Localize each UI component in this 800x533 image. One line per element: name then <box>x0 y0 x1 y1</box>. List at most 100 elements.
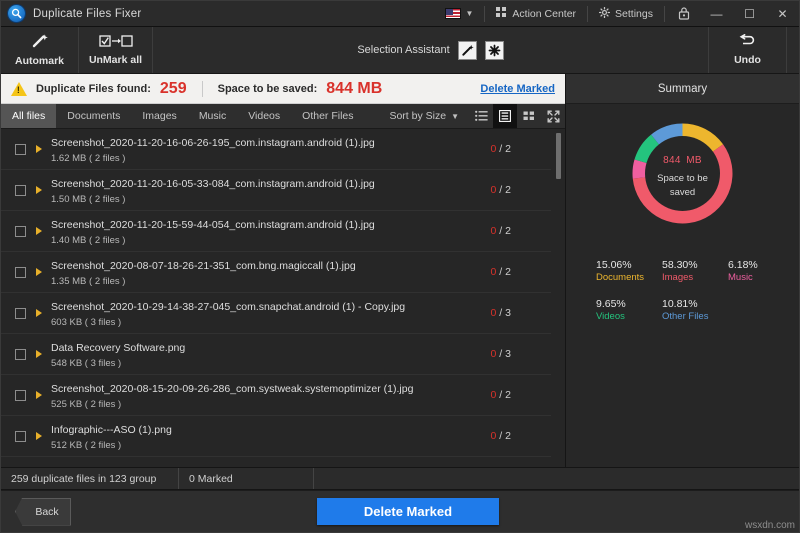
duplicate-file-list: Screenshot_2020-11-20-16-06-26-195_com.i… <box>1 129 565 467</box>
magnifier-logo-icon <box>8 5 25 22</box>
scrollbar-thumb[interactable] <box>556 133 561 179</box>
table-row[interactable]: Screenshot_2020-08-15-20-09-26-286_com.s… <box>1 375 551 416</box>
us-flag-icon <box>444 8 461 19</box>
delete-marked-link[interactable]: Delete Marked <box>480 83 555 95</box>
grid-view-icon[interactable] <box>517 104 541 128</box>
row-checkbox[interactable] <box>15 348 26 360</box>
automark-label: Automark <box>14 55 64 67</box>
row-checkbox[interactable] <box>15 266 26 278</box>
duplicates-found-value: 259 <box>159 79 187 97</box>
minimize-button[interactable]: — <box>700 1 733 27</box>
tab-bar-spacer <box>365 104 380 128</box>
chevron-right-icon[interactable] <box>36 391 42 399</box>
table-row[interactable]: Data Recovery Software.png 548 KB ( 3 fi… <box>1 334 551 375</box>
legend-name-documents: Documents <box>596 272 645 283</box>
row-checkbox[interactable] <box>15 184 26 196</box>
tab-all-files[interactable]: All files <box>1 104 57 128</box>
tab-music[interactable]: Music <box>188 104 237 128</box>
row-checkbox[interactable] <box>15 389 26 401</box>
marked-count: 0 / 2 <box>490 184 511 196</box>
legend-name-other-files: Other Files <box>662 311 709 322</box>
notice-divider <box>201 80 203 97</box>
automark-button[interactable]: Automark <box>1 27 79 73</box>
table-row[interactable]: Infographic---ASO (1).png 512 KB ( 2 fil… <box>1 416 551 457</box>
footer-bar: Back Delete Marked wsxdn.com <box>1 490 799 532</box>
chevron-right-icon[interactable] <box>36 268 42 276</box>
total-value: 2 <box>505 184 511 196</box>
row-checkbox[interactable] <box>15 225 26 237</box>
space-saved-number: 844 <box>663 155 681 166</box>
sort-dropdown[interactable]: Sort by Size ▼ <box>379 104 469 128</box>
file-meta: 1.62 MB ( 2 files ) <box>51 153 126 164</box>
table-row[interactable]: Screenshot_2020-11-20-16-06-26-195_com.i… <box>1 129 551 170</box>
expand-view-icon[interactable] <box>541 104 565 128</box>
table-row[interactable]: Screenshot_2020-10-29-14-38-27-045_com.s… <box>1 293 551 334</box>
legend-item-images: 58.30% Images <box>662 259 728 284</box>
close-button[interactable]: ✕ <box>766 1 799 27</box>
sort-label: Sort by Size <box>389 110 447 122</box>
file-name: Screenshot_2020-08-15-20-09-26-286_com.s… <box>51 383 414 395</box>
selection-assistant-label: Selection Assistant <box>357 44 450 56</box>
summary-title: Summary <box>566 74 799 104</box>
marked-count: 0 / 2 <box>490 389 511 401</box>
legend-name-images: Images <box>662 272 694 283</box>
table-row[interactable]: Screenshot_2020-08-07-18-26-21-351_com.b… <box>1 252 551 293</box>
status-extra <box>314 468 799 489</box>
action-center-button[interactable]: Action Center <box>487 1 585 27</box>
language-selector[interactable]: ▼ <box>436 1 483 27</box>
table-row[interactable]: Screenshot_2020-11-20-15-59-44-054_com.i… <box>1 211 551 252</box>
marked-count: 0 / 2 <box>490 430 511 442</box>
file-meta: 603 KB ( 3 files ) <box>51 317 122 328</box>
marked-value: 0 <box>490 143 497 155</box>
chevron-right-icon[interactable] <box>36 350 42 358</box>
back-button[interactable]: Back <box>15 497 71 526</box>
legend-row-2: 9.65% Videos 10.81% Other Files <box>596 298 799 323</box>
magic-wand-icon <box>31 33 49 52</box>
tab-documents[interactable]: Documents <box>56 104 131 128</box>
legend-name-videos: Videos <box>596 311 625 322</box>
toolbar-tail <box>787 27 799 73</box>
chevron-right-icon[interactable] <box>36 145 42 153</box>
delete-marked-button[interactable]: Delete Marked <box>317 498 499 525</box>
settings-button[interactable]: Settings <box>590 1 662 27</box>
file-name: Screenshot_2020-10-29-14-38-27-045_com.s… <box>51 301 406 313</box>
tab-videos[interactable]: Videos <box>237 104 291 128</box>
selection-assistant-asterisk-button[interactable] <box>484 40 504 60</box>
chevron-right-icon[interactable] <box>36 227 42 235</box>
row-checkbox[interactable] <box>15 430 26 442</box>
selection-assistant-wand-button[interactable] <box>457 40 477 60</box>
total-value: 2 <box>505 143 511 155</box>
tab-other-files[interactable]: Other Files <box>291 104 364 128</box>
maximize-button[interactable]: ☐ <box>733 1 766 27</box>
tab-images[interactable]: Images <box>131 104 187 128</box>
chevron-down-icon: ▼ <box>451 111 459 121</box>
table-row[interactable]: Screenshot_2020-11-20-16-05-33-084_com.i… <box>1 170 551 211</box>
row-checkbox[interactable] <box>15 143 26 155</box>
undo-label: Undo <box>734 54 761 66</box>
row-text: Screenshot_2020-10-29-14-38-27-045_com.s… <box>51 297 491 329</box>
file-meta: 1.35 MB ( 2 files ) <box>51 276 126 287</box>
chevron-right-icon[interactable] <box>36 186 42 194</box>
grid-icon <box>496 6 507 21</box>
file-meta: 548 KB ( 3 files ) <box>51 358 122 369</box>
detail-view-icon[interactable] <box>493 104 517 128</box>
row-checkbox[interactable] <box>15 307 26 319</box>
unmark-all-button[interactable]: UnMark all <box>79 27 153 73</box>
marked-value: 0 <box>490 184 497 196</box>
total-value: 2 <box>505 389 511 401</box>
file-name: Screenshot_2020-08-07-18-26-21-351_com.b… <box>51 260 356 272</box>
gear-icon <box>598 6 611 21</box>
undo-button[interactable]: Undo <box>709 27 787 73</box>
list-scrollbar[interactable] <box>554 131 563 465</box>
chevron-right-icon[interactable] <box>36 432 42 440</box>
chevron-right-icon[interactable] <box>36 309 42 317</box>
duplicates-found-label: Duplicate Files found: <box>36 82 151 95</box>
marked-count: 0 / 2 <box>490 143 511 155</box>
help-lock-icon[interactable] <box>667 1 700 27</box>
legend-item-videos: 9.65% Videos <box>596 298 662 323</box>
space-caption-line2: saved <box>669 187 696 198</box>
list-view-icon[interactable] <box>469 104 493 128</box>
status-bar: 259 duplicate files in 123 group 0 Marke… <box>1 467 799 490</box>
marked-count: 0 / 3 <box>490 307 511 319</box>
file-name: Data Recovery Software.png <box>51 342 186 354</box>
